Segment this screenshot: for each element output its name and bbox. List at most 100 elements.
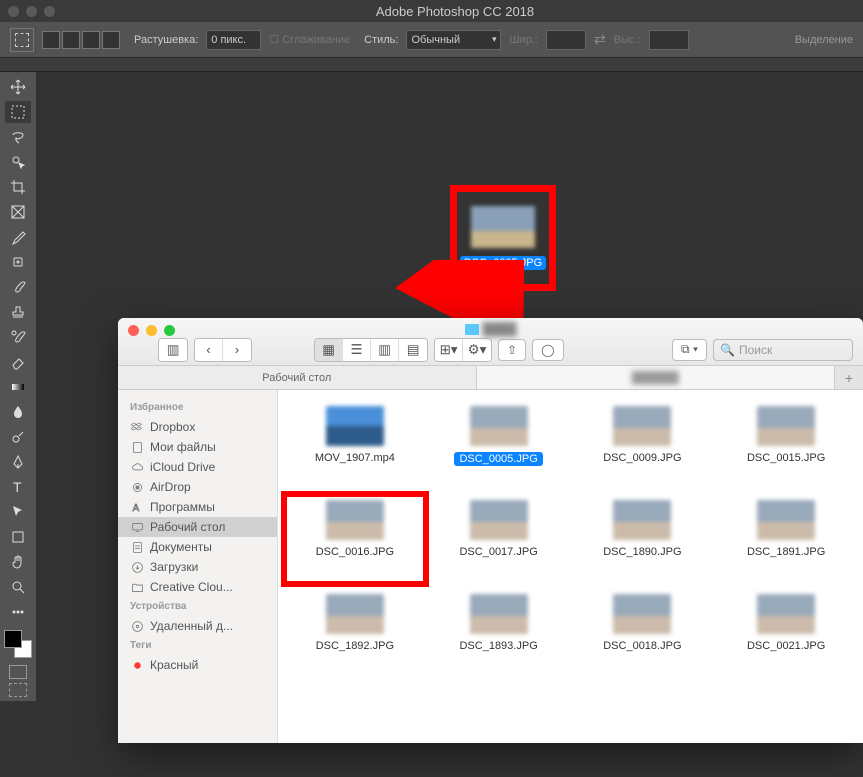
sidebar-item-airdrop[interactable]: AirDrop	[118, 477, 277, 497]
finder-minimize[interactable]	[146, 325, 157, 336]
eyedropper-tool[interactable]	[5, 226, 31, 248]
file-thumbnail	[757, 500, 815, 540]
group-button[interactable]: ⊞▾	[435, 339, 463, 361]
foreground-color[interactable]	[4, 630, 22, 648]
finder-title[interactable]: ████	[464, 322, 516, 336]
blur-tool[interactable]	[5, 401, 31, 423]
folder-icon	[464, 324, 478, 335]
file-grid[interactable]: MOV_1907.mp4DSC_0005.JPGDSC_0009.JPGDSC_…	[278, 390, 863, 743]
window-controls	[8, 6, 55, 17]
tool-preset-icon[interactable]	[10, 28, 34, 52]
quick-select-tool[interactable]	[5, 151, 31, 173]
share-button[interactable]: ⇧	[498, 339, 526, 361]
finder-maximize[interactable]	[164, 325, 175, 336]
airdrop-icon	[130, 480, 144, 494]
nav-buttons: ‹ ›	[194, 338, 252, 362]
type-tool[interactable]: T	[5, 476, 31, 498]
history-brush-tool[interactable]	[5, 326, 31, 348]
new-tab-button[interactable]: +	[835, 366, 863, 389]
pen-tool[interactable]	[5, 451, 31, 473]
sidebar-item-загрузки[interactable]: Загрузки	[118, 557, 277, 577]
file-thumbnail	[326, 594, 384, 634]
file-name: DSC_0017.JPG	[459, 546, 537, 558]
file-item[interactable]: DSC_1890.JPG	[572, 494, 714, 584]
options-bar: Растушевка: ☐ Сглаживание Стиль: Обычный…	[0, 22, 863, 58]
maximize-window[interactable]	[44, 6, 55, 17]
add-selection-icon[interactable]	[62, 31, 80, 49]
minimize-window[interactable]	[26, 6, 37, 17]
tags-button[interactable]: ◯	[532, 339, 563, 361]
hand-tool[interactable]	[5, 551, 31, 573]
file-name: DSC_0005.JPG	[454, 452, 542, 466]
select-mask-button[interactable]: Выделение	[795, 34, 853, 46]
sidebar-item-мои-файлы[interactable]: Мои файлы	[118, 437, 277, 457]
intersect-selection-icon[interactable]	[102, 31, 120, 49]
file-item[interactable]: DSC_0015.JPG	[715, 400, 857, 490]
dodge-tool[interactable]	[5, 426, 31, 448]
file-item[interactable]: MOV_1907.mp4	[284, 400, 426, 490]
sidebar-item-creative-clou-[interactable]: Creative Clou...	[118, 577, 277, 597]
file-item[interactable]: DSC_0009.JPG	[572, 400, 714, 490]
stamp-tool[interactable]	[5, 301, 31, 323]
dragged-thumbnail[interactable]	[471, 206, 535, 248]
brush-tool[interactable]	[5, 276, 31, 298]
sidebar-item-программы[interactable]: AПрограммы	[118, 497, 277, 517]
file-item[interactable]: DSC_0021.JPG	[715, 588, 857, 678]
file-thumbnail	[613, 500, 671, 540]
boolean-ops[interactable]	[42, 31, 120, 49]
action-button[interactable]: ⚙▾	[463, 339, 491, 361]
height-input[interactable]	[649, 30, 689, 50]
file-thumbnail	[470, 500, 528, 540]
screen-mode-icon[interactable]	[9, 683, 27, 697]
file-name: MOV_1907.mp4	[315, 452, 395, 464]
width-input[interactable]	[546, 30, 586, 50]
finder-tab-current[interactable]: ██████	[477, 366, 836, 389]
file-item[interactable]: DSC_0005.JPG	[428, 400, 570, 490]
eraser-tool[interactable]	[5, 351, 31, 373]
new-selection-icon[interactable]	[42, 31, 60, 49]
sidebar-item-удаленный-д-[interactable]: Удаленный д...	[118, 616, 277, 636]
file-item[interactable]: DSC_0016.JPG	[284, 494, 426, 584]
edit-toolbar[interactable]	[5, 601, 31, 623]
finder-tab-desktop[interactable]: Рабочий стол	[118, 366, 477, 389]
move-tool[interactable]	[5, 76, 31, 98]
swap-wh-icon[interactable]: ⇄	[594, 31, 606, 48]
dropbox-button[interactable]: ⧉ ▾	[672, 339, 707, 361]
marquee-tool[interactable]	[5, 101, 31, 123]
close-window[interactable]	[8, 6, 19, 17]
heal-tool[interactable]	[5, 251, 31, 273]
frame-tool[interactable]	[5, 201, 31, 223]
app-titlebar: Adobe Photoshop CC 2018	[0, 0, 863, 22]
icon-view[interactable]: ▦	[315, 339, 343, 361]
column-view[interactable]: ▥	[371, 339, 399, 361]
sidebar-item-рабочий-стол[interactable]: Рабочий стол	[118, 517, 277, 537]
color-swatches[interactable]	[4, 630, 32, 658]
gallery-view[interactable]: ▤	[399, 339, 427, 361]
sidebar-item-dropbox[interactable]: Dropbox	[118, 417, 277, 437]
antialias-checkbox[interactable]: ☐ Сглаживание	[269, 33, 350, 46]
back-button[interactable]: ‹	[195, 339, 223, 361]
file-item[interactable]: DSC_0018.JPG	[572, 588, 714, 678]
file-item[interactable]: DSC_0017.JPG	[428, 494, 570, 584]
sidebar-toggle-icon[interactable]: ▥	[159, 339, 187, 361]
forward-button[interactable]: ›	[223, 339, 251, 361]
path-select-tool[interactable]	[5, 501, 31, 523]
list-view[interactable]: ☰	[343, 339, 371, 361]
file-item[interactable]: DSC_1893.JPG	[428, 588, 570, 678]
style-select[interactable]: Обычный▾	[406, 30, 501, 50]
search-field[interactable]: 🔍 Поиск	[713, 339, 853, 361]
sidebar-item-документы[interactable]: Документы	[118, 537, 277, 557]
lasso-tool[interactable]	[5, 126, 31, 148]
sidebar-item-icloud-drive[interactable]: iCloud Drive	[118, 457, 277, 477]
quick-mask-icon[interactable]	[9, 665, 27, 679]
file-item[interactable]: DSC_1892.JPG	[284, 588, 426, 678]
finder-close[interactable]	[128, 325, 139, 336]
subtract-selection-icon[interactable]	[82, 31, 100, 49]
sidebar-item-красный[interactable]: Красный	[118, 655, 277, 675]
shape-tool[interactable]	[5, 526, 31, 548]
crop-tool[interactable]	[5, 176, 31, 198]
feather-input[interactable]	[206, 30, 261, 50]
file-item[interactable]: DSC_1891.JPG	[715, 494, 857, 584]
gradient-tool[interactable]	[5, 376, 31, 398]
zoom-tool[interactable]	[5, 576, 31, 598]
